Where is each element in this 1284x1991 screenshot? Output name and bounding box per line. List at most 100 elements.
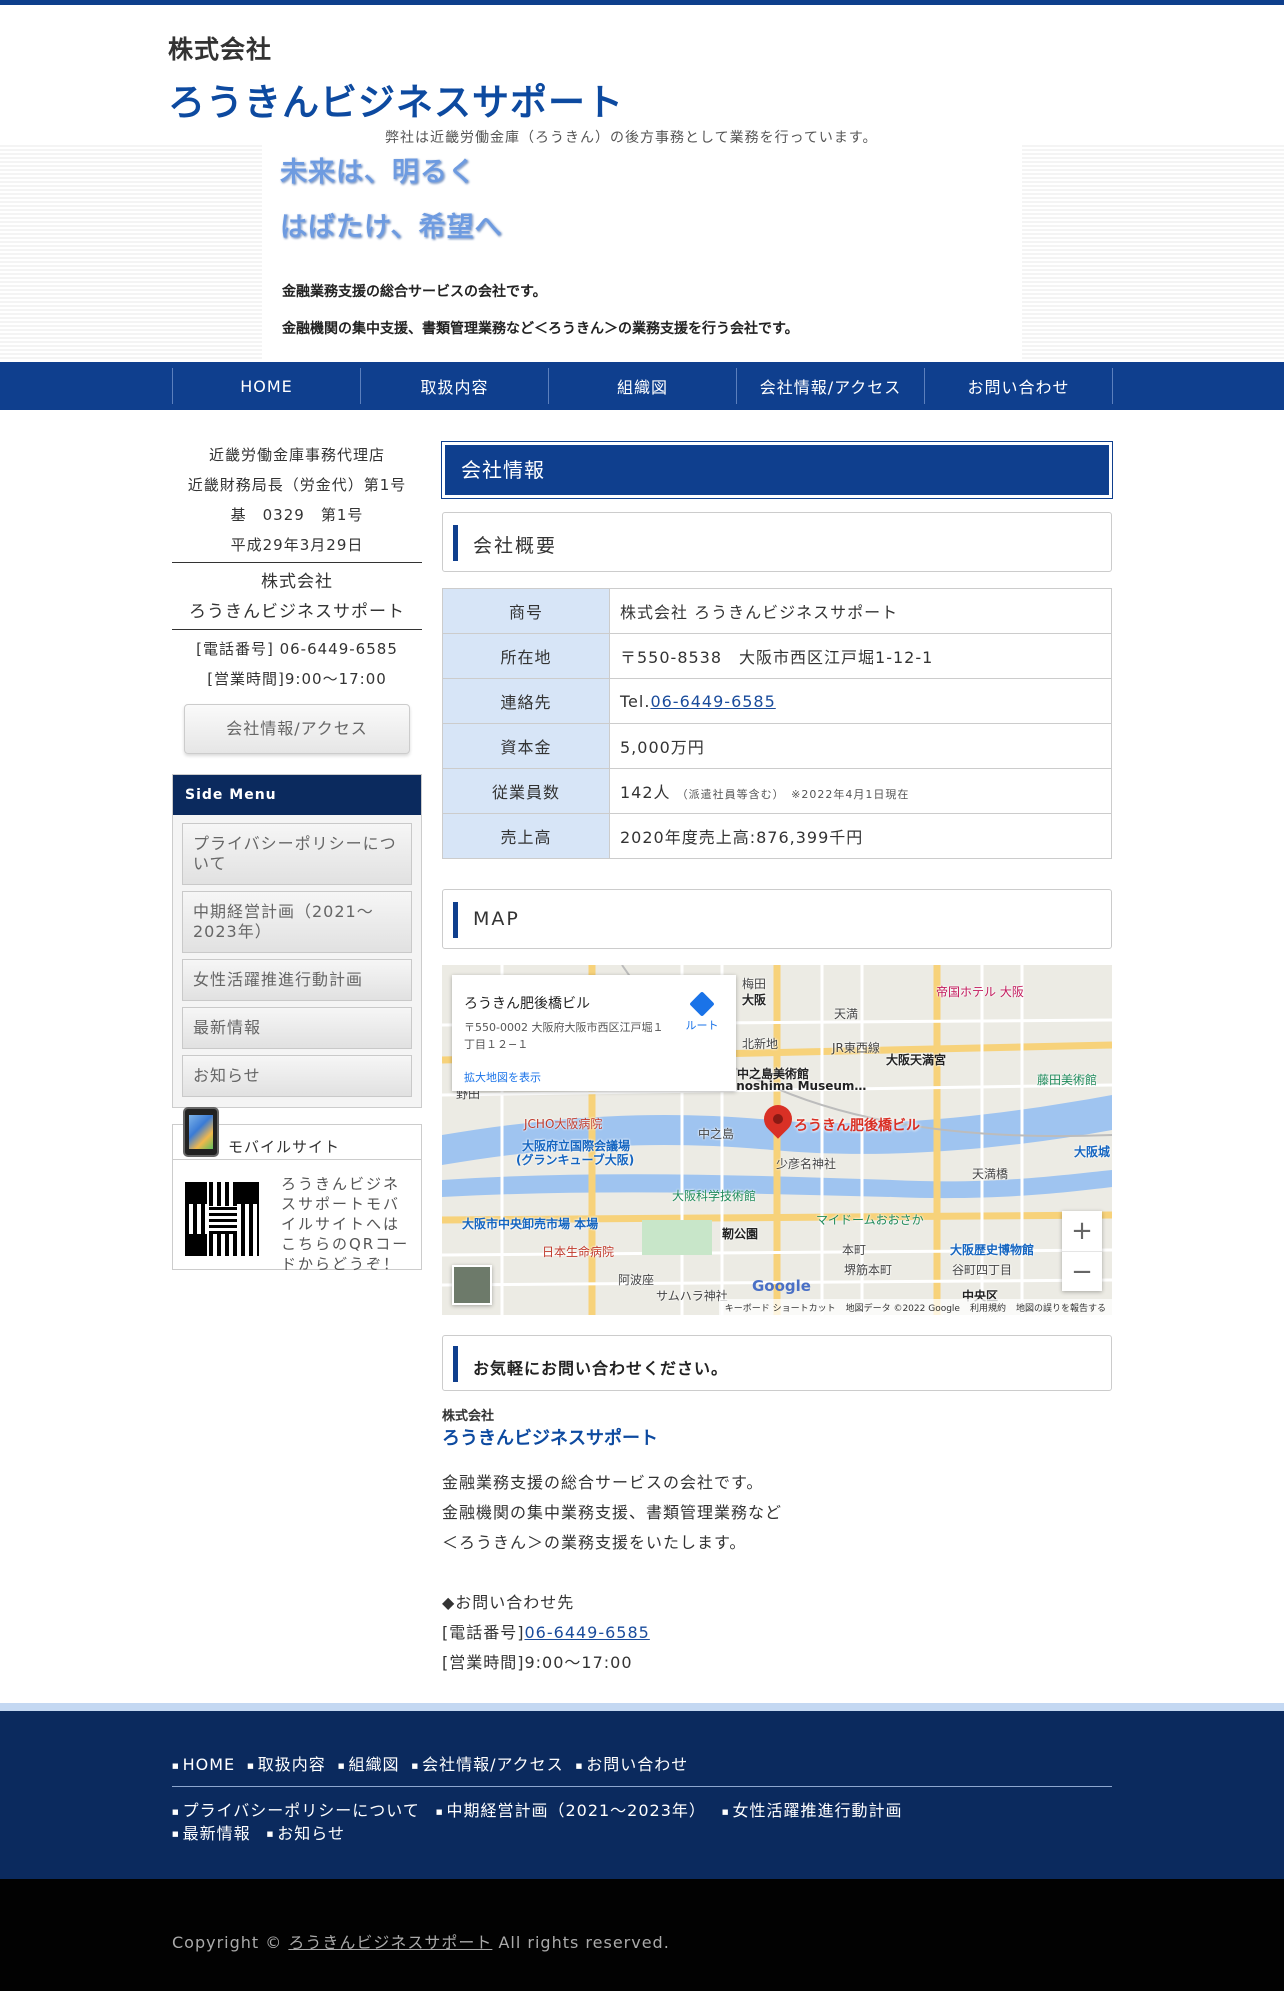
map-label-awaza: 阿波座 [618,1273,655,1287]
table-row: 従業員数 142人 （派遣社員等含む） ※2022年4月1日現在 [442,768,1112,814]
footer-link-organization[interactable]: 組織図 [338,1755,400,1776]
footer-link-midterm-plan[interactable]: 中期経営計画（2021～2023年） [436,1801,706,1822]
side-menu-item-notices[interactable]: お知らせ [182,1055,412,1097]
footer-link-services[interactable]: 取扱内容 [247,1755,326,1776]
keyboard-shortcuts-link[interactable]: キーボード ショートカット [725,1301,836,1314]
larger-map-link[interactable]: 拡大地図を表示 [464,1069,541,1085]
table-value: 〒550-8538 大阪市西区江戸堀1-12-1 [609,633,1112,679]
google-logo: Google [752,1277,811,1295]
footer-link-contact[interactable]: お問い合わせ [576,1755,689,1776]
company-info-table: 商号 株式会社 ろうきんビジネスサポート 所在地 〒550-8538 大阪市西区… [442,588,1112,859]
map-label-jcho: JCHO大阪病院 [524,1117,603,1131]
main-content: 会社情報 会社概要 商号 株式会社 ろうきんビジネスサポート 所在地 〒550-… [441,441,1113,1678]
map-label-shonen: 少彦名神社 [776,1157,837,1171]
map-label-sakaisuji: 堺筋本町 [844,1263,893,1277]
footer-nav-primary: HOME 取扱内容 組織図 会社情報/アクセス お問い合わせ [172,1755,1112,1787]
report-error-link[interactable]: 地図の誤りを報告する [1016,1301,1106,1314]
smartphone-icon [183,1107,219,1157]
table-key: 所在地 [442,633,610,679]
hero-description-2: 金融機関の集中支援、書類管理業務など＜ろうきん＞の業務支援を行う会社です。 [282,321,799,337]
qr-code-icon[interactable] [185,1182,259,1256]
copyright-link[interactable]: ろうきんビジネスサポート [288,1933,492,1952]
inquiry-phone-prefix: [電話番号] [442,1623,525,1642]
map-heading: MAP [442,889,1112,949]
map-label-nissei: 日本生命病院 [542,1245,615,1259]
employee-note: （派遣社員等含む） ※2022年4月1日現在 [676,788,910,801]
footer-link-company-access[interactable]: 会社情報/アクセス [411,1755,563,1776]
employee-count: 142人 [620,783,671,802]
map-label-osaka-castle: 大阪城 [1074,1145,1111,1159]
terms-link[interactable]: 利用規約 [970,1301,1006,1314]
sidebar-hours: [営業時間]9:00～17:00 [207,670,387,688]
site-tagline: 弊社は近畿労働金庫（ろうきん）の後方事務として業務を行っています。 [385,130,878,146]
footer-link-news[interactable]: 最新情報 [172,1824,251,1845]
route-button[interactable]: ルート [678,991,726,1033]
sidebar-company-name: 株式会社 ろうきんビジネスサポート [172,567,422,627]
mobile-site-body: ろうきんビジネスサポートモバイルサイトへはこちらのQRコードからどうぞ！ [172,1160,422,1273]
side-menu-title: Side Menu [173,775,421,815]
map-label-honmachi: 本町 [842,1243,867,1257]
contact-heading-text: お気軽にお問い合わせください。 [473,1359,729,1378]
site-logo[interactable]: 株式会社 ろうきんビジネスサポート [168,30,624,126]
route-label: ルート [685,1019,719,1032]
contact-logo-main: ろうきんビジネスサポート [442,1428,658,1449]
heading-accent-bar [453,1346,458,1382]
map-label-umeda: 梅田 [742,977,767,991]
zoom-control: + − [1062,1211,1102,1291]
nav-home[interactable]: HOME [173,368,361,404]
table-key: 従業員数 [442,768,610,814]
zoom-out-button[interactable]: − [1062,1251,1102,1291]
table-value: 142人 （派遣社員等含む） ※2022年4月1日現在 [609,768,1112,814]
footer-link-notices[interactable]: お知らせ [267,1824,345,1845]
satellite-toggle-button[interactable] [452,1265,492,1305]
tel-link[interactable]: 06-6449-6585 [650,692,775,711]
footer-link-women-plan[interactable]: 女性活躍推進行動計画 [722,1801,903,1822]
inquiry-hours: [営業時間]9:00～17:00 [442,1653,633,1672]
map-label-kagakukan: 大阪科学技術館 [672,1189,757,1203]
footer-link-privacy[interactable]: プライバシーポリシーについて [172,1801,420,1822]
map-place-address: 〒550-0002 大阪府大阪市西区江戸堀１丁目１２−１ [464,1021,664,1051]
hero-description-1: 金融業務支援の総合サービスの会社です。 [282,284,547,300]
map-label-tanimachi: 谷町四丁目 [952,1263,1013,1277]
table-row: 売上高 2020年度売上高:876,399千円 [442,813,1112,859]
heading-accent-bar [453,902,458,938]
mobile-site-header: モバイルサイト [172,1107,422,1160]
map-label-tenmabashi: 天満橋 [972,1167,1009,1181]
contact-logo: 株式会社 ろうきんビジネスサポート [442,1405,1112,1450]
hero-headline-2: はばたけ、希望へ [280,212,503,243]
map-label-jr-tozai: JR東西線 [832,1041,880,1055]
global-nav: HOME 取扱内容 組織図 会社情報/アクセス お問い合わせ [0,362,1284,410]
nav-organization[interactable]: 組織図 [549,368,737,404]
agency-info: 近畿労働金庫事務代理店 近畿財務局長（労金代）第1号 基 0329 第1号 平成… [172,440,422,560]
nav-company-access[interactable]: 会社情報/アクセス [737,368,925,404]
side-menu-item-midterm-plan[interactable]: 中期経営計画（2021～2023年） [182,891,412,953]
google-map[interactable]: 梅田 大阪 帝国ホテル 大阪 天満 中之島美術館 Nakanoshima Mus… [442,965,1112,1315]
side-menu-item-news[interactable]: 最新情報 [182,1007,412,1049]
table-key: 売上高 [442,813,610,859]
agency-line-1: 近畿労働金庫事務代理店 [208,446,385,464]
map-label-grancube: (グランキューブ大阪) [516,1153,635,1167]
nav-services[interactable]: 取扱内容 [361,368,549,404]
directions-icon [689,991,715,1017]
side-menu-item-privacy[interactable]: プライバシーポリシーについて [182,823,412,885]
copyright-prefix: Copyright © [172,1933,283,1952]
copyright-bar: Copyright © ろうきんビジネスサポート All rights rese… [0,1879,1284,1991]
footer-link-home[interactable]: HOME [172,1755,235,1776]
overview-heading-text: 会社概要 [473,535,558,557]
logo-main-text: ろうきんビジネスサポート [168,81,624,124]
table-row: 連絡先 Tel.06-6449-6585 [442,678,1112,724]
contact-line-3: ＜ろうきん＞の業務支援をいたします。 [442,1533,747,1552]
map-data-credit: 地図データ ©2022 Google [845,1304,960,1314]
inquiry-phone-link[interactable]: 06-6449-6585 [525,1623,650,1642]
map-label-fujita: 藤田美術館 [1037,1073,1098,1087]
contact-logo-top: 株式会社 [442,1409,495,1424]
nav-contact[interactable]: お問い合わせ [925,368,1113,404]
zoom-in-button[interactable]: + [1062,1211,1102,1251]
table-value: 2020年度売上高:876,399千円 [609,813,1112,859]
company-access-button[interactable]: 会社情報/アクセス [184,704,410,754]
side-menu-item-women-plan[interactable]: 女性活躍推進行動計画 [182,959,412,1001]
inquiry-label: ◆お問い合わせ先 [442,1593,575,1612]
pin-label: ろうきん肥後橋ビル [794,1118,920,1134]
table-key: 連絡先 [442,678,610,724]
